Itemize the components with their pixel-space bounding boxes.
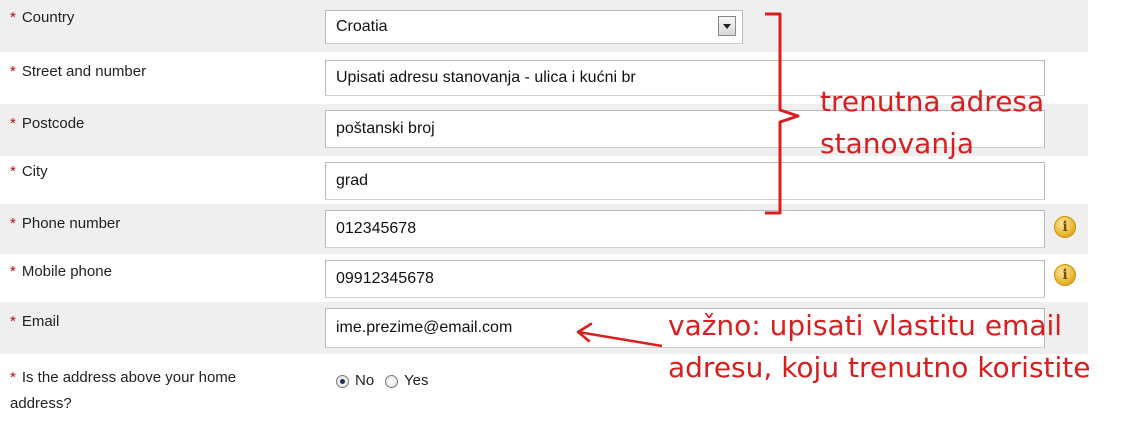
city-row: * City grad — [0, 156, 1088, 204]
email-annotation-line1: važno: upisati vlastitu email — [668, 309, 1063, 342]
mobile-label: * Mobile phone — [10, 263, 112, 280]
address-annotation-line1: trenutna adresa — [820, 85, 1045, 118]
radio-no-label[interactable]: No — [355, 372, 374, 389]
email-annotation-line2: adresu, koju trenutno koristite — [668, 351, 1091, 384]
chevron-down-icon[interactable] — [718, 16, 736, 36]
country-label: * Country — [10, 9, 75, 26]
mobile-input[interactable]: 09912345678 — [325, 260, 1045, 298]
radio-no[interactable] — [336, 375, 349, 388]
home-address-label-line2: address? — [10, 395, 72, 412]
phone-label: * Phone number — [10, 215, 121, 232]
home-address-label: * Is the address above your home — [10, 369, 237, 386]
email-label: * Email — [10, 313, 60, 330]
address-annotation-line2: stanovanja — [820, 127, 975, 160]
phone-input[interactable]: 012345678 — [325, 210, 1045, 248]
required-marker: * — [10, 9, 16, 26]
radio-yes[interactable] — [385, 375, 398, 388]
street-label: * Street and number — [10, 63, 147, 80]
phone-row: * Phone number 012345678 i — [0, 204, 1088, 254]
radio-yes-label[interactable]: Yes — [404, 372, 428, 389]
city-label: * City — [10, 163, 48, 180]
country-row: * Country Croatia — [0, 0, 1088, 52]
info-icon[interactable]: i — [1054, 264, 1076, 286]
postcode-label: * Postcode — [10, 115, 85, 132]
info-icon[interactable]: i — [1054, 216, 1076, 238]
mobile-row: * Mobile phone 09912345678 i — [0, 254, 1088, 302]
country-select[interactable]: Croatia — [325, 10, 743, 44]
city-input[interactable]: grad — [325, 162, 1045, 200]
